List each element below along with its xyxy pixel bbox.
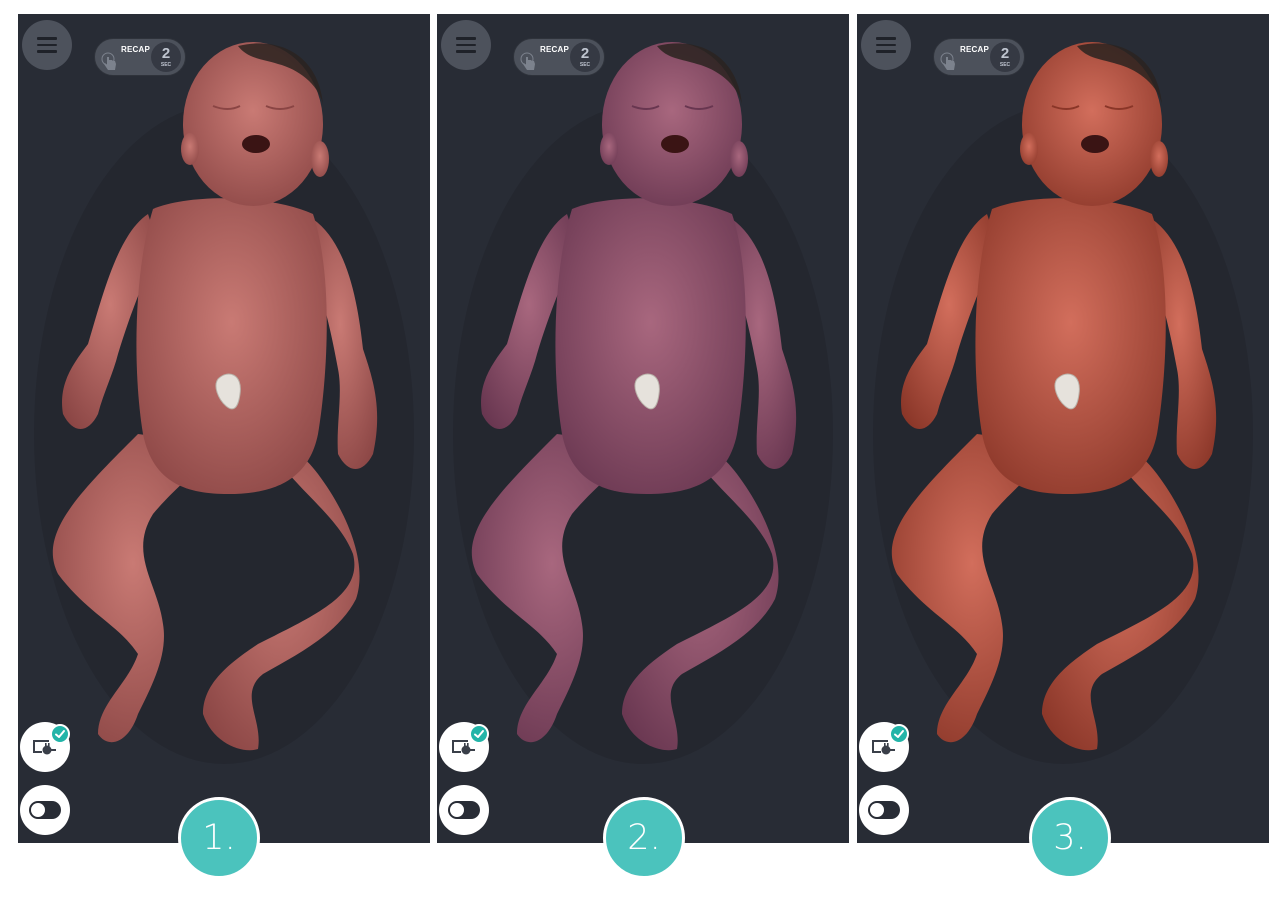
torso: [136, 198, 327, 494]
recap-button[interactable]: RECAP 2 SEC: [513, 38, 605, 76]
step-badge-3: 3.: [1029, 797, 1111, 879]
monitor-button[interactable]: [859, 722, 909, 772]
monitor-button[interactable]: [20, 722, 70, 772]
hamburger-menu-icon: [456, 37, 476, 53]
timer-value: 2: [161, 45, 171, 62]
connected-check-badge: [50, 724, 70, 744]
menu-button[interactable]: [22, 20, 72, 70]
recap-timer: 2 SEC: [151, 42, 181, 72]
tap-hand-icon: [520, 52, 535, 70]
timer-value: 2: [1000, 45, 1010, 62]
torso: [555, 198, 746, 494]
menu-button[interactable]: [861, 20, 911, 70]
simulation-panel-2: RECAP 2 SEC: [437, 14, 849, 843]
timer-unit: SEC: [579, 62, 591, 68]
recap-label: RECAP: [121, 45, 151, 54]
timer-unit: SEC: [999, 62, 1011, 68]
torso: [975, 198, 1166, 494]
tap-hand-icon: [940, 52, 955, 70]
toggle-button[interactable]: [20, 785, 70, 835]
toggle-switch-icon: [448, 801, 480, 819]
timer-value: 2: [580, 45, 590, 62]
newborn-figure: [873, 42, 1253, 764]
monitor-button[interactable]: [439, 722, 489, 772]
recap-timer: 2 SEC: [990, 42, 1020, 72]
tap-hand-icon: [101, 52, 116, 70]
connected-check-badge: [469, 724, 489, 744]
step-badge-2: 2.: [603, 797, 685, 879]
connected-check-badge: [889, 724, 909, 744]
step-badge-1: 1.: [178, 797, 260, 879]
toggle-switch-icon: [868, 801, 900, 819]
check-icon: [55, 730, 65, 738]
toggle-button[interactable]: [859, 785, 909, 835]
check-icon: [894, 730, 904, 738]
toggle-button[interactable]: [439, 785, 489, 835]
simulation-panel-3: RECAP 2 SEC: [857, 14, 1269, 843]
hamburger-menu-icon: [876, 37, 896, 53]
hamburger-menu-icon: [37, 37, 57, 53]
recap-timer: 2 SEC: [570, 42, 600, 72]
recap-label: RECAP: [960, 45, 990, 54]
timer-unit: SEC: [160, 62, 172, 68]
recap-label: RECAP: [540, 45, 570, 54]
toggle-switch-icon: [29, 801, 61, 819]
simulation-panel-1: RECAP 2 SEC: [18, 14, 430, 843]
newborn-figure: [453, 42, 833, 764]
newborn-figure: [34, 42, 414, 764]
menu-button[interactable]: [441, 20, 491, 70]
recap-button[interactable]: RECAP 2 SEC: [94, 38, 186, 76]
check-icon: [474, 730, 484, 738]
recap-button[interactable]: RECAP 2 SEC: [933, 38, 1025, 76]
